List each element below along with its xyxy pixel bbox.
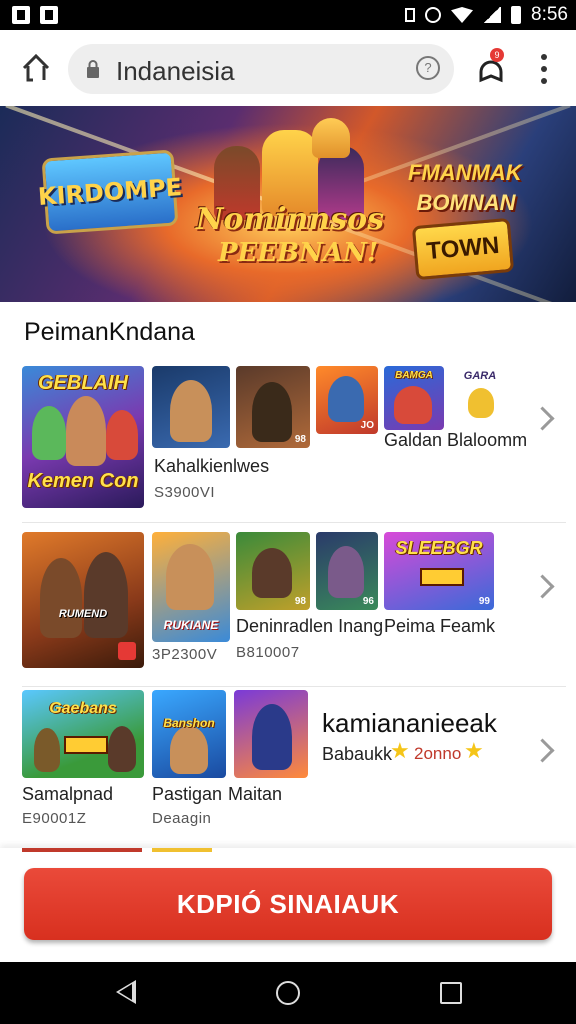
game-tile[interactable] xyxy=(234,690,308,778)
game-tile-large[interactable]: GEBLAIH Kemen Con xyxy=(22,366,144,508)
game-tile[interactable]: JO xyxy=(316,366,378,434)
game-tile[interactable]: SLEEBGR 99 xyxy=(384,532,494,610)
url-text: Indaneisia xyxy=(116,56,235,86)
banner-title: Nominnsos xyxy=(196,202,384,237)
home-icon[interactable] xyxy=(20,52,52,84)
status-bar: 8:56 xyxy=(0,0,576,30)
battery-icon xyxy=(511,6,522,24)
banner-cta-button[interactable]: TOWN xyxy=(411,217,515,281)
system-nav-bar xyxy=(0,962,576,1024)
address-bar[interactable]: Indaneisia ? xyxy=(68,44,454,94)
feature-title[interactable]: kamiananieeak xyxy=(322,708,497,739)
game-meta: Deaagin xyxy=(152,810,212,827)
game-tile[interactable]: Banshon xyxy=(152,690,226,778)
row-divider xyxy=(22,686,566,687)
feature-rating: 2onno xyxy=(414,744,462,763)
banner-right-title: FMANMAK xyxy=(408,160,522,185)
game-meta: S3900VI xyxy=(154,484,216,501)
more-vert-icon[interactable] xyxy=(536,54,552,84)
primary-cta-button[interactable]: KDPIÓ SINAIAUK xyxy=(24,868,552,940)
game-tile[interactable]: RUKIANE xyxy=(152,532,230,642)
banner-logo: KIRDOMPE xyxy=(37,149,183,235)
star-icon: ★ xyxy=(464,738,484,763)
game-title[interactable]: Deninradlen Inang xyxy=(236,616,383,637)
app-notification-icon xyxy=(12,6,30,24)
back-icon[interactable] xyxy=(116,980,136,1004)
game-tile[interactable] xyxy=(152,366,230,448)
recents-icon[interactable] xyxy=(440,982,462,1004)
star-icon: ★ xyxy=(390,738,410,763)
feature-subtitle: Babaukk xyxy=(322,744,393,764)
game-tile[interactable]: GARA xyxy=(452,366,508,424)
vibrate-icon xyxy=(405,8,416,22)
row-divider xyxy=(22,522,566,523)
chevron-right-icon[interactable] xyxy=(530,738,555,763)
alarm-icon xyxy=(425,7,442,23)
game-tile-large[interactable]: RUMEND xyxy=(22,532,144,668)
game-tile-large[interactable]: Gaebans xyxy=(22,690,144,778)
game-meta: E90001Z xyxy=(22,810,87,827)
notification-badge: 9 xyxy=(490,48,504,62)
game-title[interactable]: Kahalkienlwes xyxy=(154,456,269,477)
banner-right-subtitle: BOMNAN xyxy=(416,190,516,215)
chevron-right-icon[interactable] xyxy=(530,574,555,599)
browser-toolbar: Indaneisia ? 9 xyxy=(0,30,576,106)
game-title[interactable]: Maitan xyxy=(228,784,282,805)
banner-subtitle: PEEBNAN! xyxy=(218,238,379,268)
game-tile[interactable]: 98 xyxy=(236,532,310,610)
game-tile[interactable]: 98 xyxy=(236,366,310,448)
status-time: 8:56 xyxy=(531,4,568,25)
game-tile[interactable]: 96 xyxy=(316,532,378,610)
game-title[interactable]: Peima Feamk xyxy=(384,616,495,637)
section-title: PeimanKndana xyxy=(24,318,195,346)
game-title[interactable]: Galdan Blaloomm xyxy=(384,430,527,451)
game-meta: 3P2300V xyxy=(152,646,218,663)
lock-icon xyxy=(87,60,99,78)
chevron-right-icon[interactable] xyxy=(530,406,555,431)
game-title[interactable]: Samalpnad xyxy=(22,784,113,805)
game-tile[interactable]: BAMGA xyxy=(384,366,444,430)
info-icon[interactable]: ? xyxy=(416,56,440,80)
signal-icon xyxy=(483,7,502,23)
banner-hero-back xyxy=(312,118,350,158)
game-meta: B810007 xyxy=(236,644,300,661)
game-title[interactable]: Pastigan xyxy=(152,784,222,805)
hero-banner[interactable]: KIRDOMPE Nominnsos PEEBNAN! FMANMAK BOMN… xyxy=(0,106,576,302)
gallery-notification-icon xyxy=(40,6,58,24)
wifi-icon xyxy=(451,7,474,23)
home-nav-icon[interactable] xyxy=(276,981,300,1005)
